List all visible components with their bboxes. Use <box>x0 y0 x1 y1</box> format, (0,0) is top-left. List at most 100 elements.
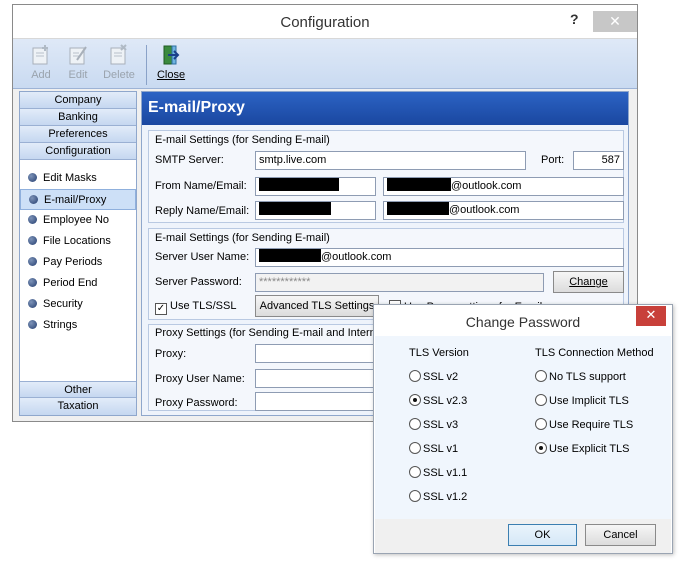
close-button[interactable]: Close <box>151 43 191 81</box>
smtp-server-input[interactable]: smtp.live.com <box>255 151 526 170</box>
close-label: Close <box>156 69 186 81</box>
add-label: Add <box>31 69 51 81</box>
group-title: Proxy Settings (for Sending E-mail and I… <box>155 327 394 339</box>
radio-ssl-v2-3[interactable]: SSL v2.3 <box>409 394 467 407</box>
nav-item-file-locations[interactable]: File Locations <box>20 231 136 252</box>
radio-label: SSL v1 <box>423 443 459 455</box>
nav-item-employee-no[interactable]: Employee No <box>20 210 136 231</box>
radio-icon <box>535 418 547 430</box>
radio-icon <box>409 442 421 454</box>
radio-icon <box>409 490 421 502</box>
radio-no-tls-support[interactable]: No TLS support <box>535 370 626 383</box>
toolbar-separator <box>146 45 147 85</box>
add-button[interactable]: Add <box>21 43 61 81</box>
reply-name-input[interactable] <box>255 201 376 220</box>
group-title: E-mail Settings (for Sending E-mail) <box>155 134 330 146</box>
radio-label: SSL v3 <box>423 419 459 431</box>
radio-ssl-v1-2[interactable]: SSL v1.2 <box>409 490 467 503</box>
nav-item-label: E-mail/Proxy <box>44 194 107 206</box>
dialog-body: TLS Version TLS Connection Method SSL v2… <box>375 336 671 519</box>
radio-label: No TLS support <box>549 371 626 383</box>
proxy-label: Proxy: <box>155 348 187 360</box>
reply-email-domain: @outlook.com <box>449 204 520 216</box>
from-email-domain: @outlook.com <box>451 180 522 192</box>
radio-icon <box>409 418 421 430</box>
nav-item-security[interactable]: Security <box>20 294 136 315</box>
left-navigation: Company Banking Preferences Configuratio… <box>19 91 137 416</box>
use-tls-checkbox[interactable]: ✓ Use TLS/SSL <box>155 300 236 315</box>
nav-item-label: File Locations <box>43 235 111 247</box>
radio-use-require-tls[interactable]: Use Require TLS <box>535 418 633 431</box>
reply-name-email-label: Reply Name/Email: <box>155 205 250 217</box>
change-password-dialog: Change Password ✕ TLS Version TLS Connec… <box>373 304 673 554</box>
dialog-title: Change Password <box>465 314 581 330</box>
nav-item-period-end[interactable]: Period End <box>20 273 136 294</box>
radio-ssl-v1-1[interactable]: SSL v1.1 <box>409 466 467 479</box>
nav-item-label: Security <box>43 298 83 310</box>
radio-label: SSL v1.1 <box>423 467 468 479</box>
reply-email-input[interactable]: @outlook.com <box>383 201 624 220</box>
close-window-button[interactable]: ✕ <box>593 11 637 32</box>
nav-item-pay-periods[interactable]: Pay Periods <box>20 252 136 273</box>
bullet-icon <box>28 278 37 287</box>
bullet-icon <box>28 257 37 266</box>
bullet-icon <box>28 236 37 245</box>
smtp-server-label: SMTP Server: <box>155 154 224 166</box>
nav-bar-other[interactable]: Other <box>20 381 136 398</box>
nav-bar-taxation[interactable]: Taxation <box>20 398 136 415</box>
radio-label: SSL v1.2 <box>423 491 468 503</box>
bullet-icon <box>28 320 37 329</box>
cancel-button[interactable]: Cancel <box>585 524 656 546</box>
dialog-close-button[interactable]: ✕ <box>636 306 666 326</box>
help-icon[interactable]: ? <box>570 11 579 27</box>
nav-item-label: Employee No <box>43 214 110 226</box>
nav-item-edit-masks[interactable]: Edit Masks <box>20 168 136 189</box>
exit-door-icon <box>163 45 180 65</box>
dialog-footer: OK Cancel <box>375 519 671 553</box>
from-email-input[interactable]: @outlook.com <box>383 177 624 196</box>
radio-ssl-v3[interactable]: SSL v3 <box>409 418 458 431</box>
radio-ssl-v2[interactable]: SSL v2 <box>409 370 458 383</box>
radio-icon <box>535 370 547 382</box>
delete-label: Delete <box>103 69 135 81</box>
nav-bar-company[interactable]: Company <box>20 92 136 109</box>
radio-label: Use Implicit TLS <box>549 395 629 407</box>
nav-item-strings[interactable]: Strings <box>20 315 136 336</box>
from-name-input[interactable] <box>255 177 376 196</box>
radio-use-explicit-tls[interactable]: Use Explicit TLS <box>535 442 630 455</box>
window-title: Configuration <box>280 14 370 31</box>
nav-bar-configuration[interactable]: Configuration <box>20 143 136 160</box>
email-settings-group: E-mail Settings (for Sending E-mail) SMT… <box>148 130 624 223</box>
tls-method-header: TLS Connection Method <box>535 347 654 359</box>
nav-item-label: Edit Masks <box>43 172 97 184</box>
radio-use-implicit-tls[interactable]: Use Implicit TLS <box>535 394 629 407</box>
title-bar: Configuration ? ✕ <box>13 5 637 39</box>
nav-item-label: Strings <box>43 319 78 331</box>
nav-item-label: Pay Periods <box>43 256 103 268</box>
ok-button[interactable]: OK <box>508 524 577 546</box>
edit-button[interactable]: Edit <box>58 43 98 81</box>
nav-item-email-proxy[interactable]: E-mail/Proxy <box>20 189 136 210</box>
nav-item-label: Period End <box>43 277 98 289</box>
change-password-button[interactable]: Change <box>553 271 624 293</box>
port-input[interactable]: 587 <box>573 151 624 170</box>
proxy-user-name-label: Proxy User Name: <box>155 373 245 385</box>
radio-selected-icon <box>535 442 547 454</box>
server-password-input[interactable]: ************ <box>255 273 544 292</box>
radio-icon <box>409 466 421 478</box>
page-title: E-mail/Proxy <box>142 92 628 125</box>
radio-label: Use Explicit TLS <box>549 443 630 455</box>
delete-button[interactable]: Delete <box>99 43 139 81</box>
radio-ssl-v1[interactable]: SSL v1 <box>409 442 458 455</box>
advanced-tls-settings-button[interactable]: Advanced TLS Settings <box>255 295 379 317</box>
server-user-name-input[interactable]: @outlook.com <box>255 248 624 267</box>
radio-label: SSL v2.3 <box>423 395 468 407</box>
radio-label: SSL v2 <box>423 371 459 383</box>
bullet-icon <box>28 173 37 182</box>
delete-icon <box>110 44 127 65</box>
nav-bar-preferences[interactable]: Preferences <box>20 126 136 143</box>
from-name-email-label: From Name/Email: <box>155 180 247 192</box>
nav-bar-banking[interactable]: Banking <box>20 109 136 126</box>
checkmark-icon: ✓ <box>155 303 167 315</box>
radio-label: Use Require TLS <box>549 419 634 431</box>
